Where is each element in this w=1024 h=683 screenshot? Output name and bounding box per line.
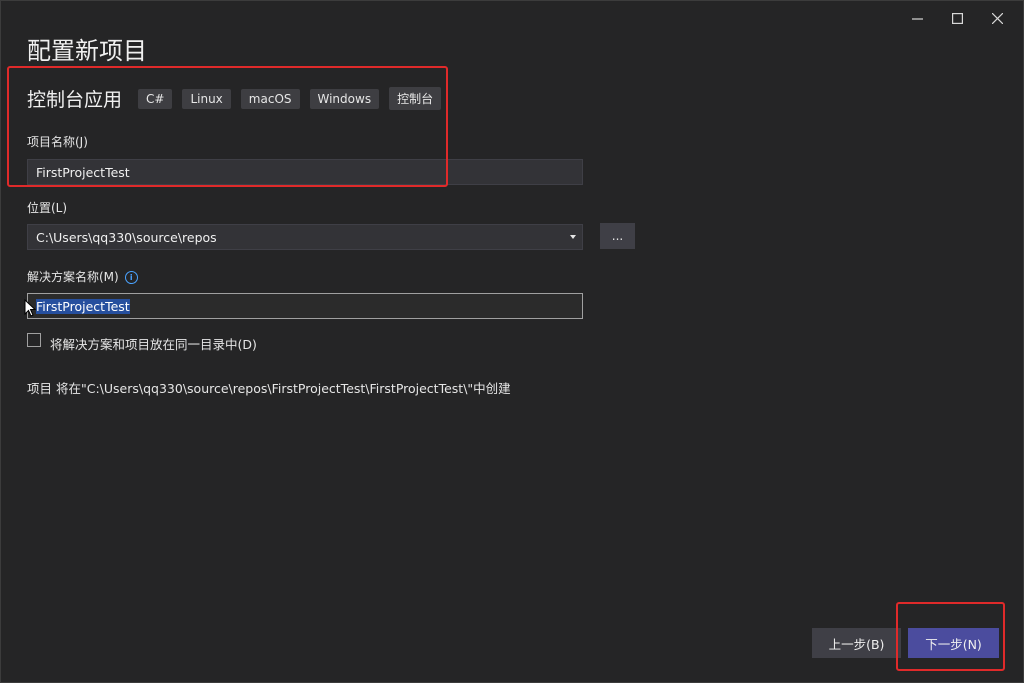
dialog-window: 配置新项目 控制台应用 C# Linux macOS Windows 控制台 项…: [0, 0, 1024, 683]
solution-name-selected-text: FirstProjectTest: [36, 299, 130, 314]
location-select[interactable]: C:\Users\qq330\source\repos: [27, 224, 583, 250]
solution-name-label: 解决方案名称(M): [27, 270, 119, 284]
back-button[interactable]: 上一步(B): [812, 628, 901, 658]
location-label: 位置(L): [27, 201, 68, 215]
solution-name-label-row: 解决方案名称(M) i: [27, 268, 138, 285]
same-directory-checkbox[interactable]: [27, 333, 41, 347]
same-directory-label[interactable]: 将解决方案和项目放在同一目录中(D): [50, 334, 257, 353]
page-title: 配置新项目: [27, 37, 147, 65]
info-icon[interactable]: i: [124, 271, 138, 284]
path-note: 项目 将在"C:\Users\qq330\source\repos\FirstP…: [27, 381, 511, 396]
minimize-icon[interactable]: [897, 5, 937, 31]
close-icon[interactable]: [977, 5, 1017, 31]
solution-name-input[interactable]: FirstProjectTest: [27, 293, 583, 319]
annotation-box-next: [896, 602, 1005, 671]
maximize-icon[interactable]: [937, 5, 977, 31]
browse-button[interactable]: ...: [600, 223, 635, 249]
window-controls: [897, 5, 1017, 31]
mouse-cursor-icon: [24, 298, 37, 321]
location-value: C:\Users\qq330\source\repos: [36, 230, 217, 245]
annotation-box-template: [7, 66, 448, 187]
chevron-down-icon[interactable]: [570, 235, 576, 239]
